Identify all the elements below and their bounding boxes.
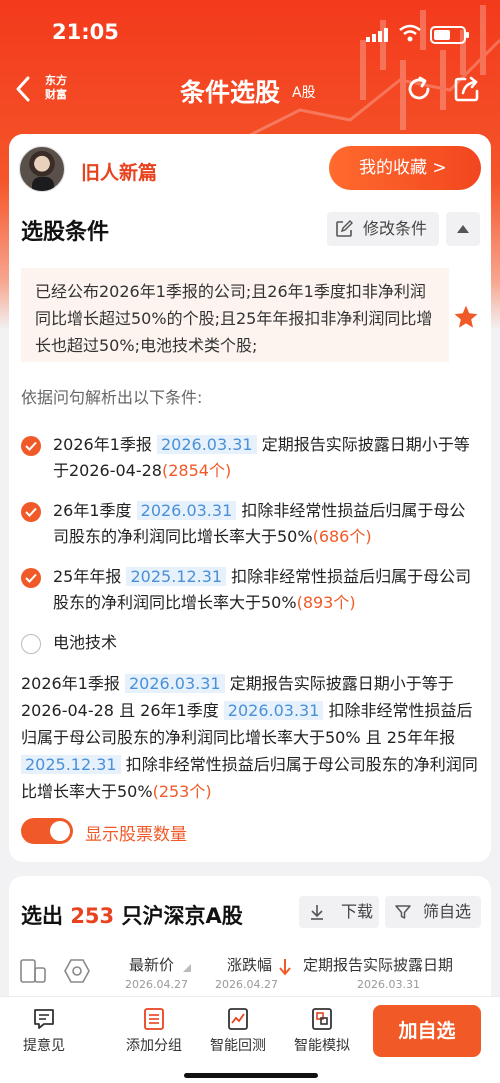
sort-caret-icon xyxy=(183,964,191,972)
checkbox-checked[interactable] xyxy=(21,568,41,588)
signal-icon xyxy=(366,28,388,42)
query-text[interactable]: 已经公布2026年1季报的公司;且26年1季度扣非净利润同比增长超过50%的个股… xyxy=(21,268,449,362)
caret-up-icon xyxy=(457,225,469,233)
condition-count: (893个) xyxy=(296,593,356,612)
column-header-report-date[interactable]: 定期报告实际披露日期 xyxy=(303,954,453,975)
list-icon xyxy=(144,1008,164,1030)
add-group-label: 添加分组 xyxy=(126,1038,182,1054)
back-arrow-icon[interactable] xyxy=(14,74,34,104)
condition-item[interactable]: 2026年1季报 2026.03.31 定期报告实际披露日期小于等于2026-0… xyxy=(21,432,481,484)
filter-watchlist-button[interactable]: 筛自选 xyxy=(385,896,481,928)
home-indicator xyxy=(184,1073,318,1078)
edit-conditions-label: 修改条件 xyxy=(363,219,428,238)
column-header-price[interactable]: 最新价 xyxy=(129,954,174,975)
show-count-label: 显示股票数量 xyxy=(85,825,187,845)
edit-icon xyxy=(336,220,353,237)
add-group-button[interactable]: 添加分组 xyxy=(114,1007,194,1055)
feedback-button[interactable]: 提意见 xyxy=(4,1007,84,1055)
condition-count: (2854个) xyxy=(162,461,232,480)
condition-prefix: 电池技术 xyxy=(53,633,118,652)
download-button[interactable]: 下载 xyxy=(299,896,379,928)
smart-backtest-button[interactable]: 智能回测 xyxy=(198,1007,278,1055)
condition-prefix: 2026年1季报 xyxy=(53,435,152,454)
conditions-card: 旧人新篇 我的收藏 > 选股条件 修改条件 已经公布2026年1季报的公司;且2… xyxy=(9,134,491,862)
refresh-icon[interactable] xyxy=(404,74,434,104)
results-count: 253 xyxy=(70,904,115,928)
smart-simulate-label: 智能模拟 xyxy=(294,1038,350,1054)
star-icon[interactable] xyxy=(453,304,479,330)
simulate-icon xyxy=(312,1008,332,1030)
filter-icon xyxy=(395,905,411,919)
summary-date[interactable]: 2026.03.31 xyxy=(125,674,225,693)
summary-date[interactable]: 2025.12.31 xyxy=(21,755,121,774)
results-title: 选出 253 只沪深京A股 xyxy=(21,900,243,930)
condition-date[interactable]: 2026.03.31 xyxy=(157,435,257,454)
phone-view-icon[interactable] xyxy=(19,958,49,984)
check-icon xyxy=(25,573,37,583)
combined-condition-summary: 2026年1季报 2026.03.31 定期报告实际披露日期小于等于2026-0… xyxy=(21,670,481,805)
smart-simulate-button[interactable]: 智能模拟 xyxy=(282,1007,362,1055)
column-date: 2026.03.31 xyxy=(357,978,420,991)
results-prefix: 选出 xyxy=(21,904,63,928)
check-icon xyxy=(25,441,37,451)
status-time: 21:05 xyxy=(52,20,119,44)
condition-item[interactable]: 26年1季度 2026.03.31 扣除非经常性损益后归属于母公司股东的净利润同… xyxy=(21,498,481,550)
results-card: 选出 253 只沪深京A股 下载 筛自选 最新价 2026.04.27 涨跌幅 … xyxy=(9,876,491,1006)
summary-date[interactable]: 2026.03.31 xyxy=(223,701,324,720)
summary-count: (253个) xyxy=(152,782,212,801)
navigation-bar: 东方财富 条件选股 A股 xyxy=(0,62,500,118)
conditions-title: 选股条件 xyxy=(21,220,110,245)
settings-hexagon-icon[interactable] xyxy=(63,958,91,984)
condition-date[interactable]: 2026.03.31 xyxy=(136,501,237,520)
edit-conditions-button[interactable]: 修改条件 xyxy=(327,212,439,246)
column-date: 2026.04.27 xyxy=(215,978,278,991)
condition-prefix: 26年1季度 xyxy=(53,501,132,520)
show-count-toggle[interactable] xyxy=(21,818,73,844)
condition-item[interactable]: 25年年报 2025.12.31 扣除非经常性损益后归属于母公司股东的净利润同比… xyxy=(21,564,481,616)
share-icon[interactable] xyxy=(452,74,482,104)
page-title: 条件选股 xyxy=(180,78,281,107)
battery-icon xyxy=(430,26,469,44)
condition-prefix: 25年年报 xyxy=(53,567,122,586)
parse-label: 依据问句解析出以下条件: xyxy=(21,388,203,407)
avatar[interactable] xyxy=(19,146,65,192)
wifi-icon xyxy=(399,24,421,42)
backtest-chart-icon xyxy=(228,1008,248,1030)
column-header-change[interactable]: 涨跌幅 xyxy=(227,954,272,975)
bottom-toolbar: 提意见 添加分组 智能回测 智能模拟 加自选 xyxy=(0,996,500,1083)
market-label: A股 xyxy=(292,85,316,101)
smart-backtest-label: 智能回测 xyxy=(210,1038,266,1054)
app-logo: 东方财富 xyxy=(45,74,67,101)
summary-text: 2026年1季报 xyxy=(21,674,120,693)
collapse-button[interactable] xyxy=(446,212,480,246)
download-icon xyxy=(311,905,323,920)
sort-down-arrow-icon xyxy=(279,959,291,976)
checkbox-checked[interactable] xyxy=(21,502,41,522)
check-icon xyxy=(25,507,37,517)
status-bar: 21:05 xyxy=(0,18,500,50)
results-suffix: 只沪深京A股 xyxy=(121,904,243,928)
column-date: 2026.04.27 xyxy=(125,978,188,991)
user-name[interactable]: 旧人新篇 xyxy=(81,158,157,185)
feedback-icon xyxy=(34,1009,54,1029)
my-favorites-button[interactable]: 我的收藏 > xyxy=(329,146,481,190)
checkbox-checked[interactable] xyxy=(21,436,41,456)
add-watchlist-button[interactable]: 加自选 xyxy=(373,1005,481,1057)
condition-date[interactable]: 2025.12.31 xyxy=(126,567,227,586)
filter-label: 筛自选 xyxy=(423,902,472,921)
condition-count: (686个) xyxy=(312,527,372,546)
feedback-label: 提意见 xyxy=(23,1038,65,1054)
condition-item[interactable]: 电池技术 xyxy=(21,630,481,656)
download-label: 下载 xyxy=(341,902,374,921)
checkbox-unchecked[interactable] xyxy=(21,634,41,654)
